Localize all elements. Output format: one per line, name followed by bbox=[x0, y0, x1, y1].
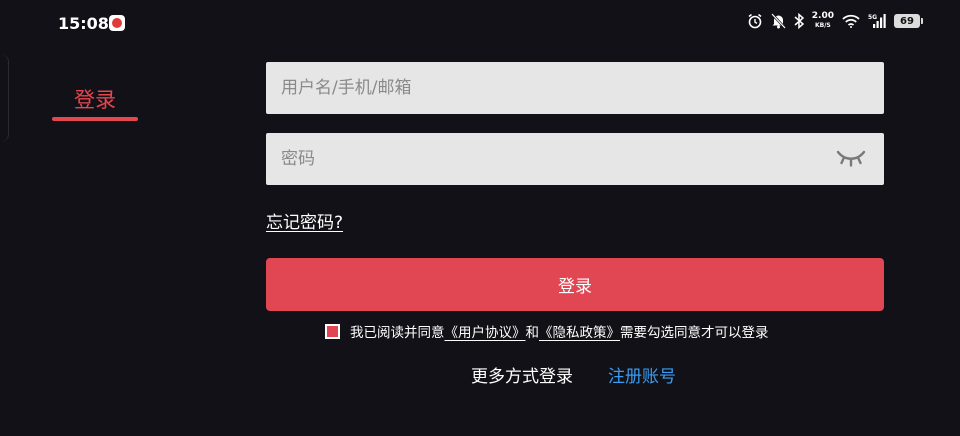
app-notification-icon bbox=[109, 15, 125, 31]
side-edge-handle bbox=[0, 54, 9, 142]
agreement-prefix: 我已阅读并同意 bbox=[350, 325, 445, 341]
password-input[interactable] bbox=[266, 133, 821, 185]
agreement-checkbox[interactable] bbox=[325, 323, 340, 339]
username-field[interactable] bbox=[266, 62, 884, 114]
forgot-password-link[interactable]: 忘记密码? bbox=[266, 208, 343, 233]
svg-text:5G: 5G bbox=[868, 14, 877, 21]
status-bar: 15:08 2.00 KB/S 5G 69 bbox=[0, 0, 960, 46]
bluetooth-icon bbox=[794, 13, 804, 29]
mute-icon bbox=[770, 13, 786, 29]
tab-active-indicator bbox=[52, 117, 138, 121]
tab-login[interactable]: 登录 bbox=[52, 84, 138, 121]
login-button[interactable]: 登录 bbox=[266, 258, 884, 311]
user-agreement-link[interactable]: 《用户协议》 bbox=[445, 321, 526, 341]
password-field[interactable] bbox=[266, 133, 884, 185]
net-speed: 2.00 KB/S bbox=[811, 11, 834, 30]
username-input[interactable] bbox=[266, 62, 821, 114]
eye-closed-icon[interactable] bbox=[836, 147, 866, 169]
privacy-policy-link[interactable]: 《隐私政策》 bbox=[539, 321, 620, 341]
system-icons: 2.00 KB/S 5G 69 bbox=[747, 11, 923, 30]
register-account-link[interactable]: 注册账号 bbox=[608, 362, 676, 387]
more-login-methods-link[interactable]: 更多方式登录 bbox=[471, 362, 573, 387]
agreement-row: 我已阅读并同意 《用户协议》 和 《隐私政策》 需要勾选同意才可以登录 bbox=[325, 321, 769, 341]
tab-login-label: 登录 bbox=[74, 88, 116, 112]
5g-signal-icon: 5G bbox=[868, 14, 886, 28]
wifi-icon bbox=[842, 14, 860, 28]
status-time: 15:08 bbox=[58, 14, 109, 33]
alarm-icon bbox=[748, 13, 762, 29]
battery-icon: 69 bbox=[894, 14, 923, 28]
agreement-and: 和 bbox=[525, 325, 540, 341]
agreement-suffix: 需要勾选同意才可以登录 bbox=[620, 325, 769, 341]
